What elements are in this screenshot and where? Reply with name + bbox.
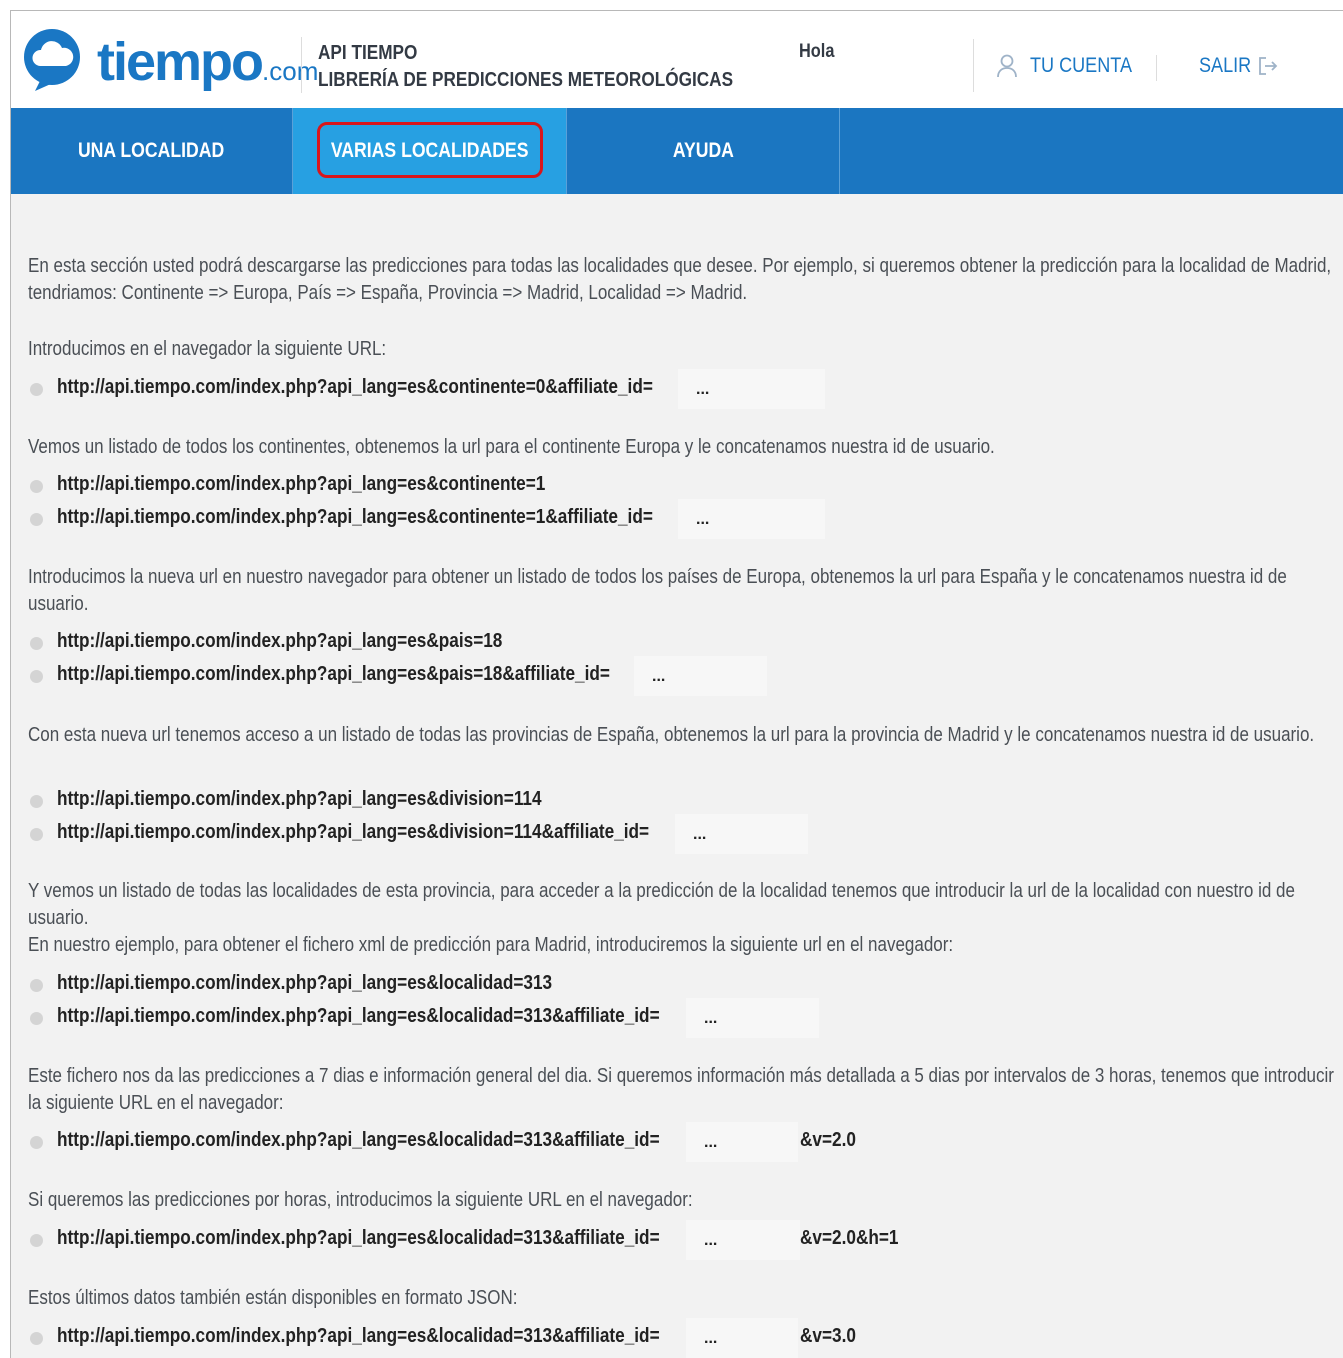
bullet-icon <box>30 795 43 808</box>
logo-wordmark: tiempo.com <box>97 31 318 93</box>
header-divider <box>973 39 974 92</box>
header-divider <box>301 37 302 93</box>
header-divider <box>1156 55 1157 81</box>
bullet-icon <box>30 979 43 992</box>
tab-una-localidad[interactable]: UNA LOCALIDAD <box>11 108 293 194</box>
placeholder-dots: ... <box>704 1330 718 1347</box>
step-text: Introducimos la nueva url en nuestro nav… <box>28 566 1287 615</box>
user-icon <box>997 54 1017 78</box>
tab-ayuda[interactable]: AYUDA <box>567 108 840 194</box>
step-text: Y vemos un listado de todas las localida… <box>28 880 1295 929</box>
placeholder-dots: ... <box>704 1010 718 1027</box>
url-link[interactable]: http://api.tiempo.com/index.php?api_lang… <box>57 788 542 811</box>
cloud-chat-logo-icon <box>24 29 80 91</box>
placeholder-dots: ... <box>696 511 710 528</box>
placeholder-dots: ... <box>693 826 707 843</box>
url-suffix: &v=2.0&h=1 <box>800 1227 899 1249</box>
logout-label: SALIR <box>1199 54 1252 77</box>
step-text: Si queremos las predicciones por horas, … <box>28 1189 693 1211</box>
bullet-icon <box>30 1234 43 1247</box>
url-link[interactable]: http://api.tiempo.com/index.php?api_lang… <box>57 1129 660 1152</box>
affiliate-id-field[interactable] <box>686 1318 798 1358</box>
bullet-icon <box>30 1136 43 1149</box>
url-link[interactable]: http://api.tiempo.com/index.php?api_lang… <box>57 376 653 399</box>
logo-suffix: .com <box>262 56 319 86</box>
bullet-icon <box>30 670 43 683</box>
affiliate-id-field[interactable] <box>686 1122 798 1162</box>
bullet-icon <box>30 480 43 493</box>
url-link[interactable]: http://api.tiempo.com/index.php?api_lang… <box>57 663 610 686</box>
step-text: Vemos un listado de todos los continente… <box>28 436 995 458</box>
api-title-line2: LIBRERÍA DE PREDICCIONES METEOROLÓGICAS <box>318 69 734 91</box>
url-link[interactable]: http://api.tiempo.com/index.php?api_lang… <box>57 473 545 496</box>
step-text: Este fichero nos da las predicciones a 7… <box>28 1065 1334 1114</box>
logout-link[interactable]: SALIR <box>1199 53 1278 79</box>
greeting: Hola <box>799 41 835 62</box>
intro-text: En esta sección usted podrá descargarse … <box>28 255 1332 304</box>
url-link[interactable]: http://api.tiempo.com/index.php?api_lang… <box>57 821 649 844</box>
url-link[interactable]: http://api.tiempo.com/index.php?api_lang… <box>57 1227 660 1250</box>
api-title: API TIEMPO LIBRERÍA DE PREDICCIONES METE… <box>318 40 733 94</box>
api-title-line1: API TIEMPO <box>318 42 418 64</box>
url-link[interactable]: http://api.tiempo.com/index.php?api_lang… <box>57 1325 660 1348</box>
step-text: Introducimos en el navegador la siguient… <box>28 338 387 360</box>
step-text: Con esta nueva url tenemos acceso a un l… <box>28 724 1315 746</box>
placeholder-dots: ... <box>696 381 710 398</box>
bullet-icon <box>30 1012 43 1025</box>
bullet-icon <box>30 828 43 841</box>
logo-word: tiempo <box>97 32 264 92</box>
step-text: Estos últimos datos también están dispon… <box>28 1287 518 1309</box>
placeholder-dots: ... <box>704 1134 718 1151</box>
tab-label: UNA LOCALIDAD <box>78 139 225 162</box>
url-suffix: &v=2.0 <box>800 1129 856 1151</box>
bullet-icon <box>30 383 43 396</box>
logout-icon <box>1258 57 1277 75</box>
url-link[interactable]: http://api.tiempo.com/index.php?api_lang… <box>57 630 502 653</box>
placeholder-dots: ... <box>704 1232 718 1249</box>
active-tab-highlight <box>317 122 543 178</box>
account-link[interactable]: TU CUENTA <box>996 53 1149 79</box>
url-link[interactable]: http://api.tiempo.com/index.php?api_lang… <box>57 1005 660 1028</box>
app-frame: tiempo.com API TIEMPO LIBRERÍA DE PREDIC… <box>10 10 1343 1358</box>
header: tiempo.com API TIEMPO LIBRERÍA DE PREDIC… <box>11 11 1343 108</box>
url-link[interactable]: http://api.tiempo.com/index.php?api_lang… <box>57 506 653 529</box>
main-nav: UNA LOCALIDAD VARIAS LOCALIDADES AYUDA <box>11 108 1343 194</box>
bullet-icon <box>30 513 43 526</box>
url-link[interactable]: http://api.tiempo.com/index.php?api_lang… <box>57 972 552 995</box>
tab-label: AYUDA <box>672 139 734 162</box>
account-label: TU CUENTA <box>1030 54 1133 77</box>
url-suffix: &v=3.0 <box>800 1325 856 1347</box>
bullet-icon <box>30 1332 43 1345</box>
step-text: En nuestro ejemplo, para obtener el fich… <box>28 934 954 956</box>
bullet-icon <box>30 637 43 650</box>
placeholder-dots: ... <box>652 668 666 685</box>
